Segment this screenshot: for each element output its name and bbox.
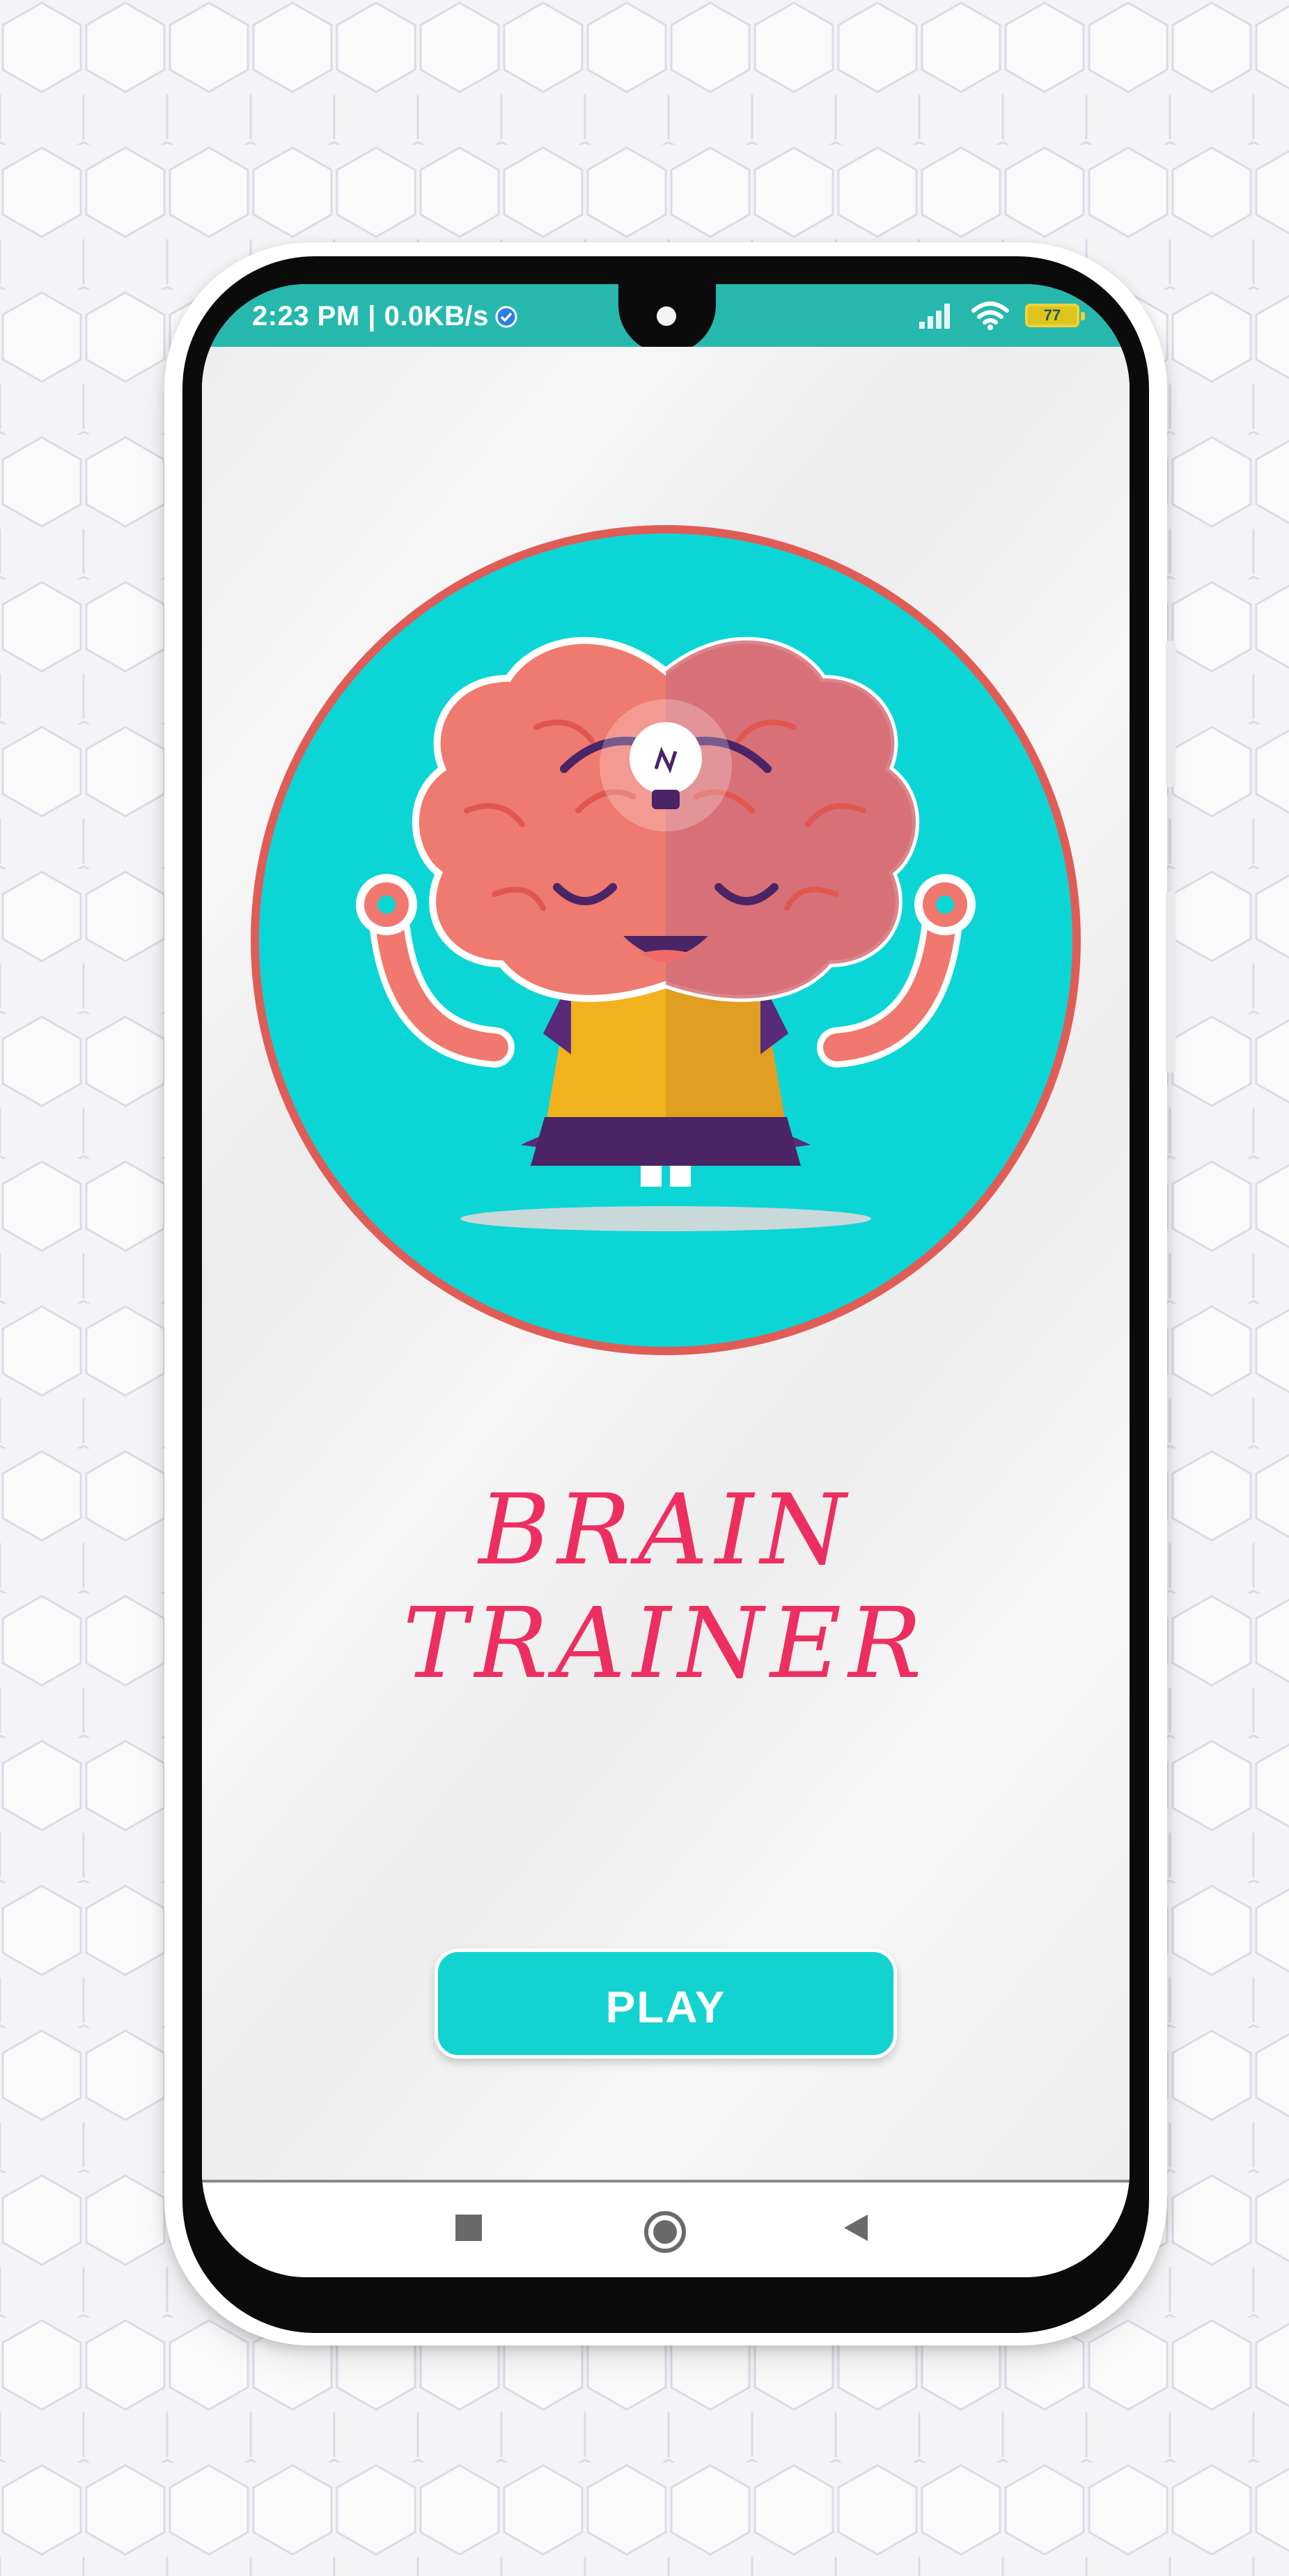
recents-icon[interactable] (453, 2212, 485, 2244)
wifi-icon (971, 302, 1009, 330)
status-icons: 77 (918, 299, 1085, 331)
play-button[interactable]: PLAY (435, 1949, 897, 2059)
status-bar: 2:23 PM | 0.0KB/s 77 (202, 284, 1130, 354)
navigation-bar (202, 2180, 1130, 2277)
phone-side-button (1166, 891, 1175, 1072)
app-title: BRAIN TRAINER (403, 1474, 929, 1701)
status-time-speed: 2:23 PM | 0.0KB/s (252, 301, 489, 331)
front-camera (657, 306, 676, 326)
phone-side-button (1166, 641, 1175, 787)
brain-logo (251, 525, 1081, 1355)
phone-screen: 2:23 PM | 0.0KB/s 77 BRAIN TRAINER PLAY (202, 284, 1130, 2277)
battery-icon: 77 (1025, 304, 1085, 327)
home-icon[interactable] (642, 2209, 688, 2255)
back-icon[interactable] (840, 2212, 872, 2244)
signal-icon (919, 304, 950, 329)
camera-notch (618, 284, 716, 354)
main-content: BRAIN TRAINER PLAY (202, 347, 1130, 2180)
verified-icon (495, 306, 517, 328)
